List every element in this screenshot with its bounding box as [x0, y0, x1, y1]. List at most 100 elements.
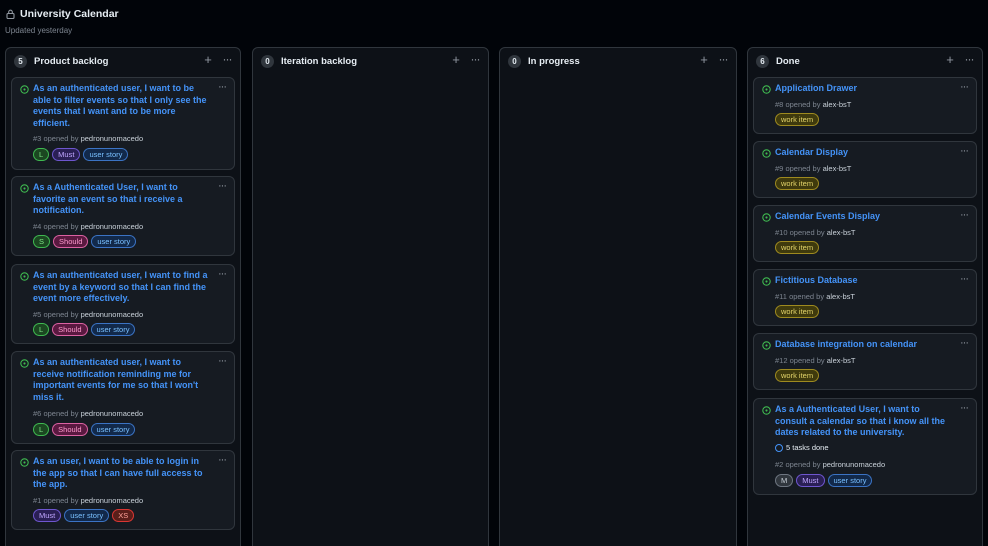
label-user-story[interactable]: user story	[91, 235, 137, 248]
card-menu-icon[interactable]: ···	[960, 209, 969, 221]
issue-title-link[interactable]: Fictitious Database	[775, 275, 954, 287]
issue-author[interactable]: pedronunomacedo	[81, 496, 144, 505]
label-list: Must user story XS	[33, 509, 135, 522]
issue-author[interactable]: alex-bsT	[827, 228, 856, 237]
issue-card[interactable]: As a Authenticated User, I want to consu…	[753, 398, 977, 495]
issue-meta: #11 opened by alex-bsT	[775, 292, 855, 301]
issue-meta: #3 opened by pedronunomacedo	[33, 134, 143, 143]
add-item-icon[interactable]: +	[201, 52, 215, 68]
column-menu-icon[interactable]: ···	[962, 52, 976, 68]
label-user-story[interactable]: user story	[64, 509, 110, 522]
open-issue-icon	[20, 85, 29, 94]
label-work-item[interactable]: work item	[775, 305, 820, 318]
column-title: In progress	[528, 56, 580, 67]
issue-title-link[interactable]: Application Drawer	[775, 83, 954, 95]
label-l[interactable]: L	[33, 423, 50, 436]
card-menu-icon[interactable]: ···	[960, 402, 969, 414]
project-header: University Calendar Updated yesterday	[0, 0, 988, 44]
label-list: work item	[775, 113, 820, 126]
issue-title-link[interactable]: Calendar Events Display	[775, 211, 954, 223]
issue-title-link[interactable]: Database integration on calendar	[775, 339, 954, 351]
card-menu-icon[interactable]: ···	[960, 81, 969, 93]
issue-author[interactable]: alex-bsT	[823, 100, 852, 109]
label-user-story[interactable]: user story	[90, 323, 136, 336]
open-issue-icon	[762, 406, 771, 415]
opened-by-text: opened by	[785, 164, 821, 173]
issue-author[interactable]: pedronunomacedo	[81, 222, 144, 231]
card-menu-icon[interactable]: ···	[218, 180, 227, 192]
issue-author[interactable]: alex-bsT	[823, 164, 852, 173]
issue-author[interactable]: pedronunomacedo	[81, 409, 144, 418]
issue-card[interactable]: Calendar Display ··· #9 opened by alex-bsT…	[753, 141, 977, 198]
label-m[interactable]: M	[775, 474, 794, 487]
column-done: 6 Done + ··· Application Drawer ··· #8 opened …	[747, 47, 983, 546]
item-count-badge: 0	[261, 55, 274, 68]
card-menu-icon[interactable]: ···	[960, 145, 969, 157]
label-work-item[interactable]: work item	[775, 369, 820, 382]
task-progress: 5 tasks done	[775, 443, 829, 452]
issue-title-link[interactable]: As a Authenticated User, I want to consu…	[775, 404, 954, 439]
lock-icon	[6, 9, 15, 19]
issue-title-link[interactable]: Calendar Display	[775, 147, 954, 159]
add-item-icon[interactable]: +	[697, 52, 711, 68]
issue-card[interactable]: As an authenticated user, I want to find…	[11, 264, 235, 344]
add-item-icon[interactable]: +	[449, 52, 463, 68]
issue-card[interactable]: Fictitious Database ··· #11 opened by alex…	[753, 269, 977, 326]
card-menu-icon[interactable]: ···	[218, 268, 227, 280]
label-user-story[interactable]: user story	[83, 148, 129, 161]
issue-card[interactable]: Database integration on calendar ··· #12 o…	[753, 333, 977, 390]
column-header: 5 Product backlog + ···	[6, 48, 240, 74]
issue-title-link[interactable]: As an authenticated user, I want to be a…	[33, 83, 212, 129]
issue-author[interactable]: pedronunomacedo	[823, 460, 886, 469]
open-issue-icon	[762, 149, 771, 158]
issue-card[interactable]: As an authenticated user, I want to rece…	[11, 351, 235, 444]
label-must[interactable]: Must	[52, 148, 81, 161]
project-title[interactable]: University Calendar	[20, 8, 119, 20]
card-menu-icon[interactable]: ···	[218, 355, 227, 367]
column-menu-icon[interactable]: ···	[468, 52, 482, 68]
label-s[interactable]: S	[33, 235, 51, 248]
label-should[interactable]: Should	[53, 235, 89, 248]
label-list: work item	[775, 305, 820, 318]
column-in-progress: 0 In progress + ···	[499, 47, 737, 546]
issue-title-link[interactable]: As an authenticated user, I want to rece…	[33, 357, 212, 403]
issue-title-link[interactable]: As a Authenticated User, I want to favor…	[33, 182, 212, 217]
label-list: L Must user story	[33, 148, 129, 161]
issue-author[interactable]: pedronunomacedo	[81, 310, 144, 319]
issue-card[interactable]: Application Drawer ··· #8 opened by alex-b…	[753, 77, 977, 134]
card-menu-icon[interactable]: ···	[218, 81, 227, 93]
issue-title-link[interactable]: As an user, I want to be able to login i…	[33, 456, 212, 491]
label-work-item[interactable]: work item	[775, 177, 820, 190]
item-count-badge: 0	[508, 55, 521, 68]
issue-author[interactable]: alex-bsT	[826, 292, 855, 301]
add-item-icon[interactable]: +	[943, 52, 957, 68]
issue-author[interactable]: pedronunomacedo	[81, 134, 144, 143]
label-l[interactable]: L	[33, 148, 50, 161]
column-menu-icon[interactable]: ···	[716, 52, 730, 68]
issue-title-link[interactable]: As an authenticated user, I want to find…	[33, 270, 212, 305]
issue-card[interactable]: As a Authenticated User, I want to favor…	[11, 176, 235, 256]
open-issue-icon	[20, 359, 29, 368]
label-work-item[interactable]: work item	[775, 113, 820, 126]
label-work-item[interactable]: work item	[775, 241, 820, 254]
label-user-story[interactable]: user story	[90, 423, 136, 436]
column-header: 0 Iteration backlog + ···	[253, 48, 488, 74]
issue-author[interactable]: alex-bsT	[827, 356, 856, 365]
label-must[interactable]: Must	[33, 509, 62, 522]
label-must[interactable]: Must	[796, 474, 825, 487]
label-user-story[interactable]: user story	[827, 474, 873, 487]
card-menu-icon[interactable]: ···	[960, 273, 969, 285]
column-menu-icon[interactable]: ···	[220, 52, 234, 68]
card-menu-icon[interactable]: ···	[960, 337, 969, 349]
label-should[interactable]: Should	[52, 423, 88, 436]
card-menu-icon[interactable]: ···	[218, 454, 227, 466]
open-issue-icon	[20, 458, 29, 467]
issue-card[interactable]: As an authenticated user, I want to be a…	[11, 77, 235, 170]
issue-meta: #5 opened by pedronunomacedo	[33, 310, 143, 319]
label-l[interactable]: L	[33, 323, 50, 336]
label-xs[interactable]: XS	[112, 509, 135, 522]
issue-card[interactable]: Calendar Events Display ··· #10 opened by …	[753, 205, 977, 262]
label-should[interactable]: Should	[52, 323, 88, 336]
issue-card[interactable]: As an user, I want to be able to login i…	[11, 450, 235, 530]
open-issue-icon	[20, 184, 29, 193]
